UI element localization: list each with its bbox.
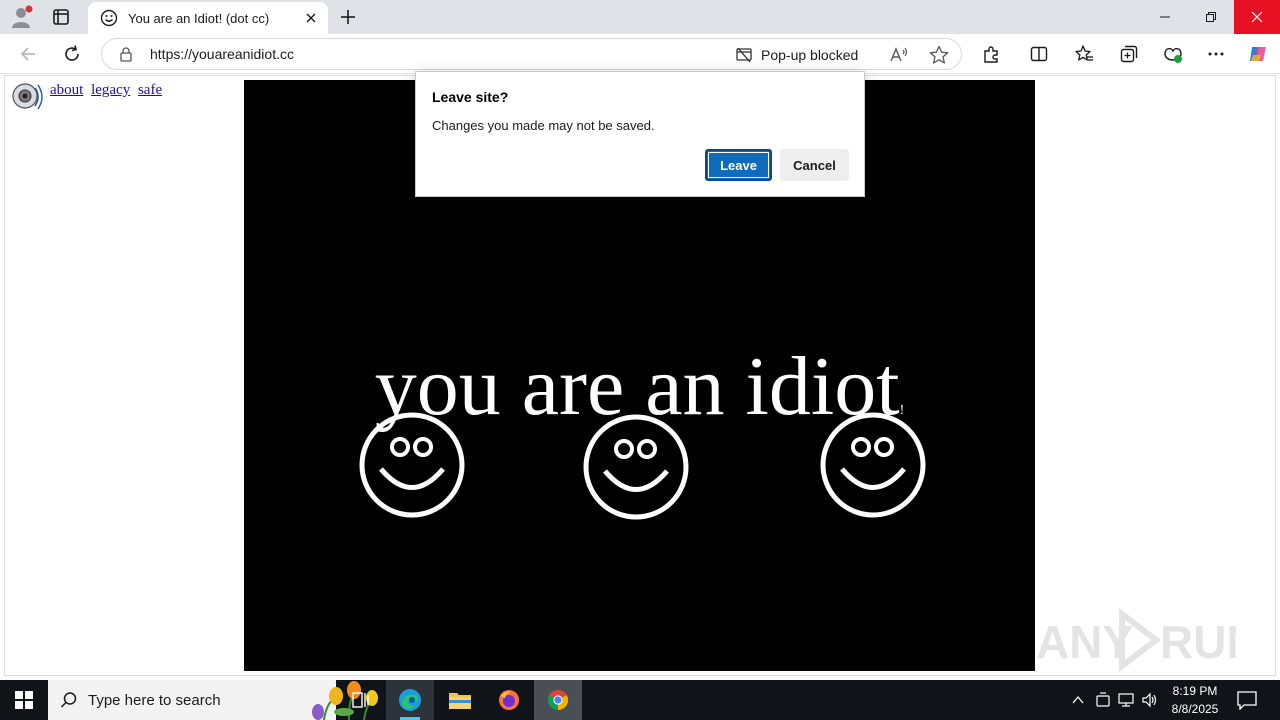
- tab-close-icon[interactable]: [302, 9, 320, 27]
- collections-icon[interactable]: [1117, 42, 1141, 66]
- taskbar-clock[interactable]: 8:19 PM 8/8/2025: [1162, 682, 1228, 718]
- browser-essentials-icon[interactable]: [1161, 42, 1185, 66]
- smiley-favicon-icon: [100, 9, 118, 27]
- refresh-icon[interactable]: [60, 42, 84, 66]
- search-placeholder: Type here to search: [88, 692, 221, 709]
- chrome-icon[interactable]: [534, 680, 582, 720]
- network-icon[interactable]: [1116, 690, 1136, 710]
- cancel-button[interactable]: Cancel: [780, 149, 849, 181]
- windows-taskbar: Type here to search 8:19 PM 8/8/2025: [0, 680, 1280, 720]
- minimize-button[interactable]: [1142, 0, 1188, 34]
- add-favorite-star-icon[interactable]: [928, 44, 950, 66]
- close-window-button[interactable]: [1234, 0, 1280, 34]
- edge-taskbar-icon[interactable]: [386, 680, 434, 720]
- smiley-face-icon: [359, 412, 465, 518]
- windows-logo-icon: [15, 691, 33, 709]
- leave-button[interactable]: Leave: [705, 149, 772, 181]
- task-view-icon[interactable]: [336, 680, 384, 720]
- tab-active[interactable]: You are an Idiot! (dot cc): [88, 2, 328, 34]
- url-text[interactable]: https://youareanidiot.cc: [150, 46, 294, 62]
- show-hidden-icons-chevron-icon[interactable]: [1068, 690, 1088, 710]
- popup-blocked-label: Pop-up blocked: [761, 47, 859, 63]
- popup-blocked-icon: [736, 47, 752, 63]
- page-top-links: about legacy safe: [50, 82, 166, 99]
- read-aloud-icon[interactable]: [888, 44, 910, 66]
- new-tab-icon[interactable]: [336, 5, 360, 29]
- tab-title: You are an Idiot! (dot cc): [128, 10, 270, 26]
- search-icon: [60, 692, 77, 708]
- svg-text:RUN: RUN: [1160, 616, 1236, 668]
- popup-blocked-indicator[interactable]: Pop-up blocked: [735, 44, 858, 66]
- taskbar-search-box[interactable]: Type here to search: [48, 680, 378, 720]
- meet-now-icon[interactable]: [1093, 690, 1113, 710]
- legacy-link[interactable]: legacy: [91, 82, 130, 98]
- about-link[interactable]: about: [50, 82, 83, 98]
- anyrun-watermark: ANY RUN: [1036, 606, 1260, 674]
- notification-center-icon[interactable]: [1236, 690, 1258, 710]
- profile-icon[interactable]: [8, 4, 36, 30]
- clock-date: 8/8/2025: [1171, 702, 1219, 716]
- dialog-message: Changes you made may not be saved.: [432, 118, 655, 133]
- safe-link[interactable]: safe: [138, 82, 162, 98]
- address-bar[interactable]: https://youareanidiot.cc Pop-up blocked: [101, 38, 962, 70]
- file-explorer-icon[interactable]: [436, 680, 484, 720]
- volume-icon[interactable]: [1140, 690, 1160, 710]
- smiley-face-icon: [820, 412, 926, 518]
- browser-toolbar: https://youareanidiot.cc Pop-up blocked: [0, 34, 1280, 74]
- sound-speaker-icon[interactable]: [10, 80, 44, 114]
- lock-icon[interactable]: [118, 46, 134, 62]
- tab-actions-icon[interactable]: [48, 4, 74, 30]
- back-icon[interactable]: [16, 42, 40, 66]
- split-screen-icon[interactable]: [1027, 42, 1051, 66]
- dialog-title: Leave site?: [432, 89, 509, 105]
- svg-text:ANY: ANY: [1036, 616, 1133, 668]
- leave-site-dialog: Leave site? Changes you made may not be …: [415, 71, 865, 197]
- clock-time: 8:19 PM: [1172, 684, 1218, 698]
- extensions-icon[interactable]: [979, 42, 1003, 66]
- smiley-face-icon: [583, 414, 689, 520]
- start-button[interactable]: [0, 680, 48, 720]
- firefox-icon[interactable]: [485, 680, 533, 720]
- copilot-icon[interactable]: [1246, 42, 1270, 66]
- favorites-icon[interactable]: [1072, 42, 1096, 66]
- restore-button[interactable]: [1188, 0, 1234, 34]
- browser-titlebar: You are an Idiot! (dot cc): [0, 0, 1280, 34]
- more-options-icon[interactable]: [1204, 42, 1228, 66]
